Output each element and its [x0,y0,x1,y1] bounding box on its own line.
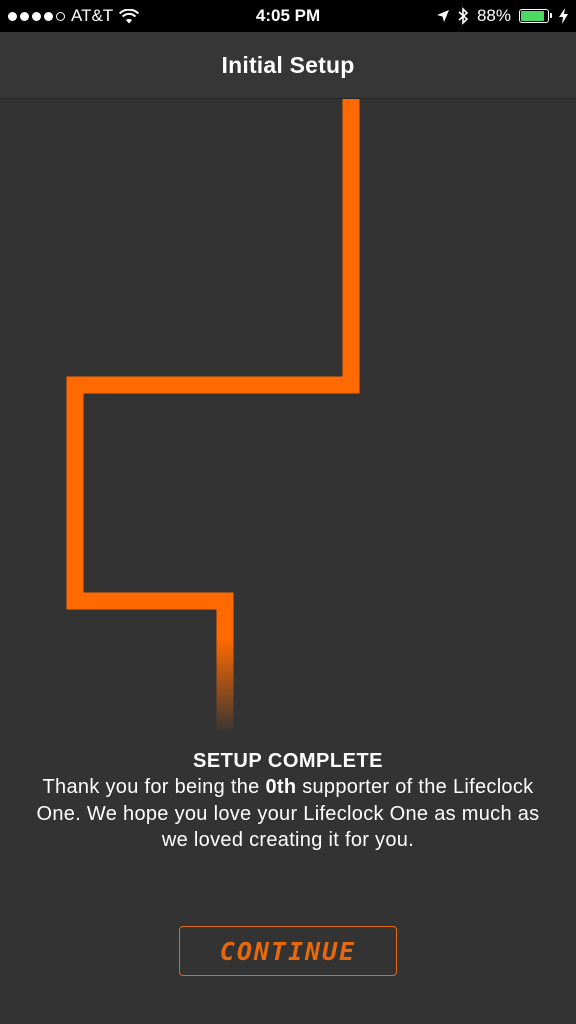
navigation-bar: Initial Setup [0,32,576,99]
page-title: Initial Setup [221,51,355,78]
continue-button[interactable]: CONTINUE [179,926,397,976]
status-bar: AT&T 4:05 PM 88% [0,0,576,32]
message-title: SETUP COMPLETE [193,750,383,772]
signal-dot-empty [56,11,65,21]
signal-dot [44,11,53,21]
message-body-start: Thank you for being the [42,776,266,798]
bluetooth-icon [458,7,469,25]
charging-bolt-icon [559,8,568,24]
wifi-icon [119,8,140,23]
status-left: AT&T [8,0,140,32]
setup-progress-path-graphic [66,99,360,734]
signal-dot [20,11,29,21]
status-right: 88% [436,0,568,32]
battery-icon [519,9,552,23]
carrier-name: AT&T [71,6,114,25]
continue-button-label: CONTINUE [219,936,357,966]
signal-dot [8,11,17,21]
location-arrow-icon [436,10,449,22]
signal-strength-icon [8,11,65,21]
battery-fill [521,11,544,21]
signal-dot [32,11,41,21]
message-body: Thank you for being the 0th supporter of… [30,774,546,854]
setup-complete-message: SETUP COMPLETE Thank you for being the 0… [30,748,546,854]
battery-percent: 88% [476,6,511,25]
supporter-number: 0th [265,776,297,798]
